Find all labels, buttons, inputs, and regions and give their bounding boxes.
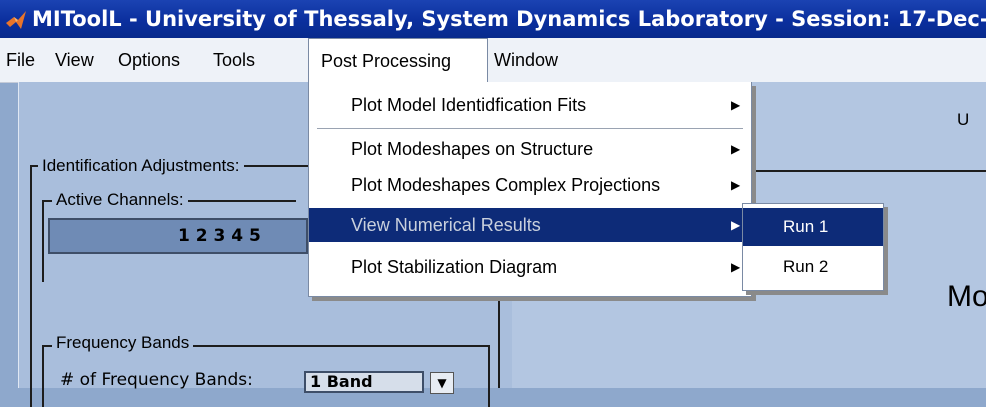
active-channels-field[interactable]: 1 2 3 4 5 xyxy=(48,218,308,254)
num-bands-select[interactable]: 1 Band xyxy=(304,371,424,393)
menu-item-plot-model-fits[interactable]: Plot Model Identidfication Fits ▶ xyxy=(309,88,751,122)
menu-item-plot-modeshapes-structure[interactable]: Plot Modeshapes on Structure ▶ xyxy=(309,132,751,166)
submenu-item-run-2[interactable]: Run 2 xyxy=(743,248,883,286)
post-processing-menu: Plot Model Identidfication Fits ▶ Plot M… xyxy=(308,82,752,297)
chevron-down-icon[interactable]: ▼ xyxy=(430,372,454,394)
submenu-arrow-icon: ▶ xyxy=(731,218,741,232)
menu-item-view-numerical-results[interactable]: View Numerical Results ▶ xyxy=(309,208,751,242)
menu-bar: File View Options Tools Post Processing … xyxy=(0,38,986,83)
menu-file[interactable]: File xyxy=(6,38,35,82)
identification-adjustments-label: Identification Adjustments: xyxy=(38,156,244,176)
menu-separator xyxy=(317,128,743,129)
menu-view[interactable]: View xyxy=(55,38,94,82)
num-bands-label: # of Frequency Bands: xyxy=(60,370,253,390)
title-bar: MIToolL - University of Thessaly, System… xyxy=(0,0,986,38)
submenu-arrow-icon: ▶ xyxy=(731,98,741,112)
menu-options[interactable]: Options xyxy=(118,38,180,82)
left-right-separator xyxy=(498,298,500,388)
submenu-arrow-icon: ▶ xyxy=(731,178,741,192)
window-title: MIToolL - University of Thessaly, System… xyxy=(32,7,986,31)
menu-window[interactable]: Window xyxy=(494,38,558,82)
matlab-icon xyxy=(6,11,26,29)
active-channels-label: Active Channels: xyxy=(52,190,188,210)
submenu-arrow-icon: ▶ xyxy=(731,142,741,156)
right-panel-rule xyxy=(750,170,986,172)
submenu-arrow-icon: ▶ xyxy=(731,260,741,274)
submenu-item-run-1[interactable]: Run 1 xyxy=(743,208,883,246)
right-panel-mo-text: Mo xyxy=(947,280,986,313)
menu-post-processing[interactable]: Post Processing xyxy=(308,38,488,82)
menu-item-plot-stabilization[interactable]: Plot Stabilization Diagram ▶ xyxy=(309,250,751,284)
right-panel-u-text: U xyxy=(957,110,970,129)
menu-tools[interactable]: Tools xyxy=(213,38,255,82)
frequency-bands-label: Frequency Bands xyxy=(52,333,194,353)
menu-item-plot-modeshapes-complex[interactable]: Plot Modeshapes Complex Projections ▶ xyxy=(309,168,751,202)
numerical-results-submenu: Run 1 Run 2 xyxy=(742,203,884,291)
